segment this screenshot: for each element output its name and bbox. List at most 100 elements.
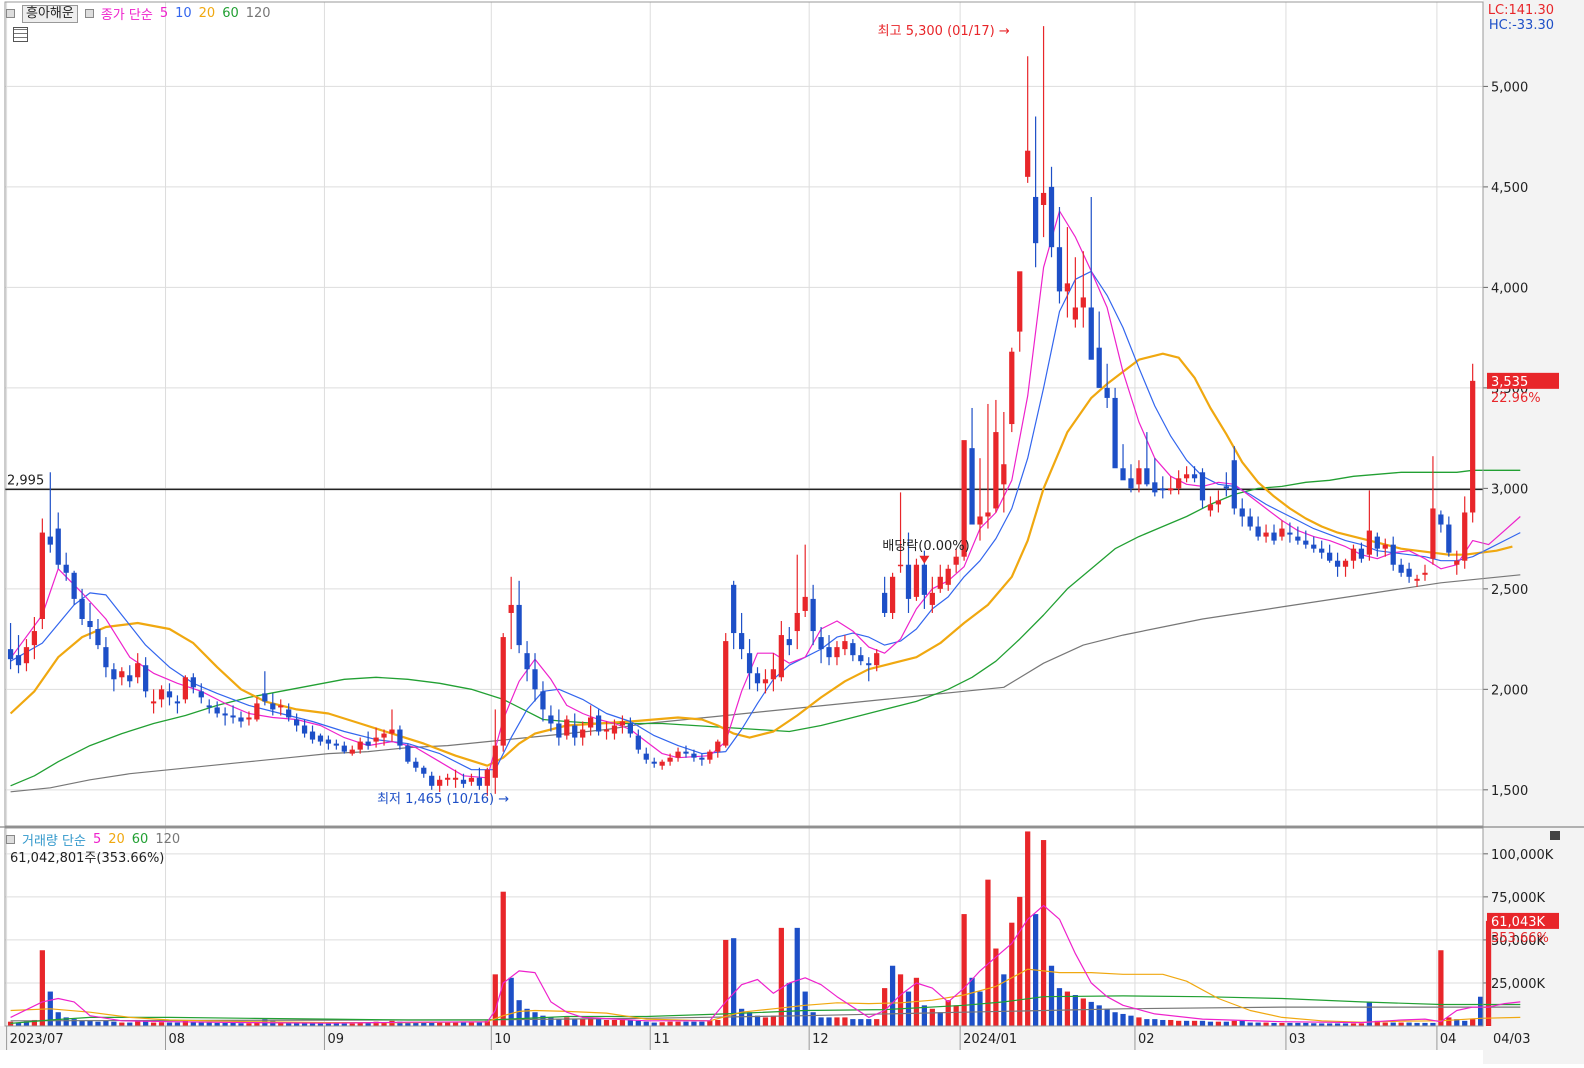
candle-body-182: [1454, 560, 1460, 565]
panel-menu-icon[interactable]: [6, 9, 15, 18]
x-tick-label-7: 02: [1138, 1032, 1155, 1047]
candle-body-158: [1263, 532, 1269, 537]
y-tick-label-5: 2,500: [1491, 583, 1528, 598]
candle-body-102: [818, 637, 824, 650]
candle-body-31: [254, 703, 260, 720]
volume-bar-140: [1120, 1013, 1126, 1026]
y-tick-label-6: 2,000: [1491, 683, 1528, 698]
volume-bar-119: [953, 1005, 959, 1026]
volume-bar-134: [1072, 995, 1078, 1026]
volume-bar-123: [985, 879, 991, 1026]
candle-body-139: [1112, 397, 1118, 469]
candle-body-52: [421, 767, 427, 774]
volume-bar-146: [1168, 1019, 1174, 1026]
candle-body-40: [325, 739, 332, 744]
volume-bar-96: [770, 1015, 777, 1026]
volume-bar-72: [580, 1019, 586, 1026]
candle-body-122: [977, 516, 983, 525]
candle-body-13: [111, 669, 117, 680]
candle-body-21: [174, 701, 181, 704]
candle-body-127: [1017, 271, 1023, 332]
candle-body-128: [1025, 150, 1031, 177]
candle-body-99: [794, 612, 800, 632]
candle-body-77: [619, 721, 626, 726]
stock-name[interactable]: 흥아해운: [22, 4, 78, 23]
x-tick-label-0: 2023/07: [10, 1032, 64, 1047]
volume-bar-81: [651, 1022, 657, 1026]
ma-toggle-icon[interactable]: [84, 9, 94, 18]
candle-body-90: [723, 641, 729, 746]
candle-body-79: [635, 735, 641, 750]
candle-body-119: [953, 556, 959, 565]
candle-body-54: [437, 779, 443, 786]
volume-bar-12: [103, 1020, 109, 1026]
candle-body-48: [389, 729, 395, 734]
volume-bar-69: [556, 1019, 562, 1026]
candle-body-59: [476, 777, 483, 786]
volume-bar-103: [826, 1017, 832, 1026]
candle-body-39: [317, 735, 324, 742]
candle-body-137: [1096, 347, 1102, 388]
volume-bar-90: [723, 939, 729, 1026]
candle-body-51: [413, 761, 419, 768]
volume-summary: 61,042,801주(353.66%): [10, 851, 165, 866]
volume-bar-86: [691, 1021, 697, 1026]
high-annotation: 최고 5,300 (01/17) →: [878, 24, 1010, 39]
grid-table-icon[interactable]: [13, 27, 28, 42]
candle-body-71: [572, 725, 578, 738]
volume-bar-75: [603, 1019, 610, 1026]
volume-bar-78: [627, 1019, 633, 1026]
volume-bar-151: [1207, 1021, 1214, 1026]
volume-bar-141: [1128, 1015, 1134, 1026]
volume-bar-111: [889, 965, 896, 1026]
volume-bar-87: [699, 1021, 705, 1026]
candle-body-135: [1080, 297, 1086, 308]
candle-body-146: [1168, 488, 1174, 491]
candle-body-178: [1422, 572, 1428, 575]
candle-body-87: [699, 757, 705, 760]
x-tick-label-9: 04: [1440, 1032, 1457, 1047]
volume-bar-145: [1160, 1019, 1166, 1026]
candle-body-110: [882, 592, 888, 613]
candle-body-4: [39, 532, 45, 619]
volume-menu-icon[interactable]: [6, 835, 15, 844]
candle-body-157: [1255, 526, 1261, 537]
volume-bar-77: [619, 1019, 626, 1026]
volume-bar-115: [921, 1005, 928, 1026]
volume-bar-13: [111, 1021, 117, 1026]
volume-bar-53: [429, 1022, 435, 1026]
vol-ma-period-120: 120: [155, 832, 181, 847]
candle-body-164: [1311, 544, 1317, 549]
candle-body-109: [874, 653, 880, 666]
candle-body-126: [1009, 351, 1015, 425]
volume-bar-56: [452, 1022, 459, 1026]
candle-body-44: [357, 741, 363, 750]
candle-body-70: [564, 719, 570, 736]
candle-body-171: [1366, 530, 1372, 555]
candle-body-84: [675, 751, 681, 758]
volume-bar-9: [79, 1020, 85, 1026]
candle-body-118: [945, 568, 951, 585]
x-tick-label-3: 10: [494, 1032, 511, 1047]
chart-svg: 2023/07 08 09 10 11 12 2024/01 02 03 04 04/03 5,000…: [0, 0, 1584, 1064]
candle-body-56: [452, 777, 459, 780]
candle-body-163: [1303, 540, 1309, 545]
volume-bar-107: [858, 1019, 864, 1026]
volume-bar-180: [1438, 950, 1444, 1026]
candle-body-9: [79, 598, 85, 619]
volume-bar-10: [87, 1020, 93, 1026]
candle-body-0: [7, 649, 14, 660]
volume-bar-127: [1017, 896, 1023, 1026]
candle-body-161: [1287, 532, 1293, 535]
volume-bar-136: [1088, 1001, 1094, 1026]
volume-bar-89: [715, 1019, 721, 1026]
candle-body-36: [294, 719, 300, 726]
candle-body-97: [778, 635, 784, 678]
candle-body-162: [1295, 536, 1301, 541]
candle-body-166: [1327, 552, 1333, 561]
candle-body-27: [222, 713, 228, 716]
candle-body-37: [301, 725, 308, 734]
y-tick-label-2: 4,000: [1491, 281, 1528, 296]
candle-body-68: [548, 715, 554, 724]
volume-bar-59: [476, 1022, 483, 1026]
